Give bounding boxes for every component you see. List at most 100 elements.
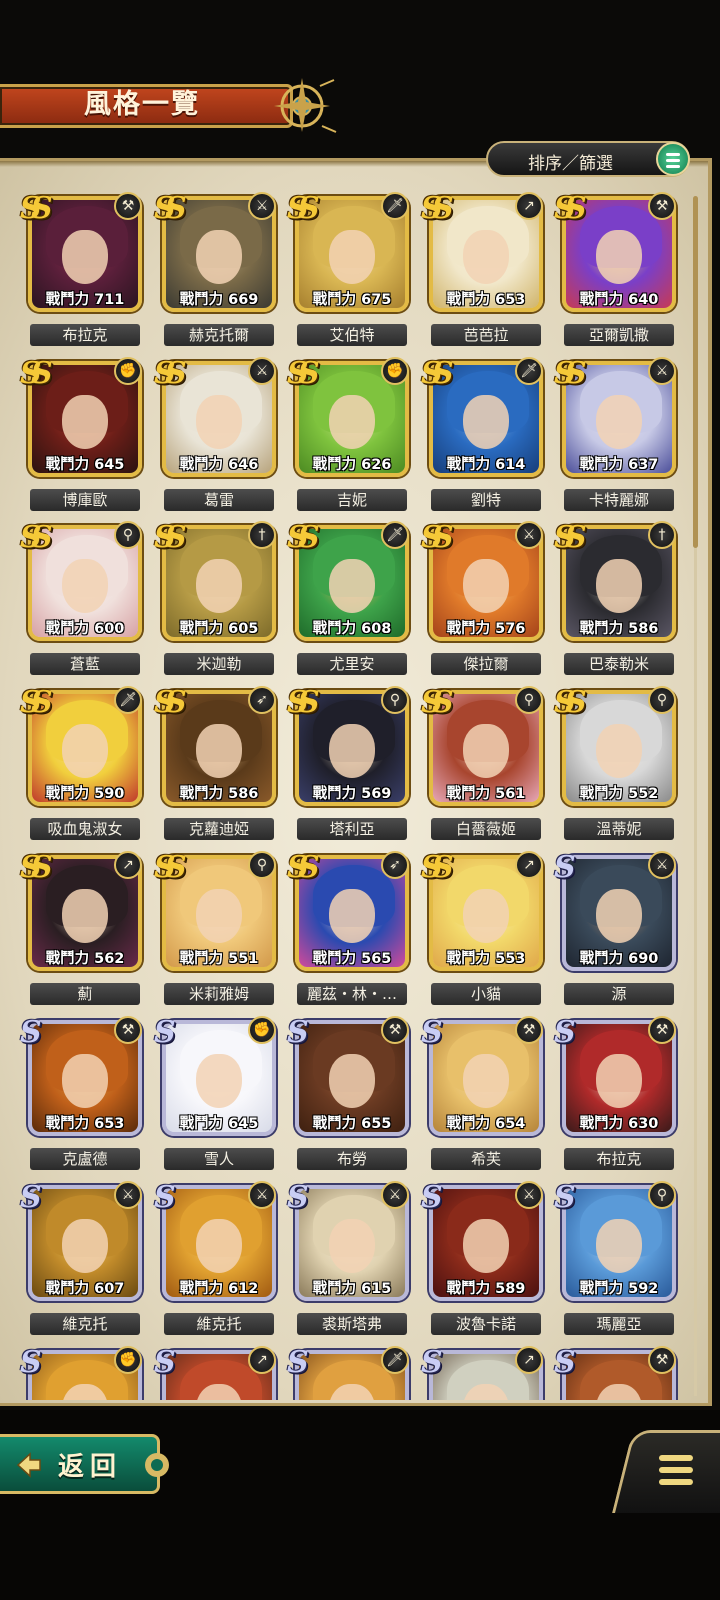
character-card[interactable]: SS ⚔ 戰鬥力 646 葛雷 [154,356,280,521]
character-card[interactable]: SS ⚲ 戰鬥力 552 溫蒂妮 [554,685,680,850]
ss-rank-badge: SS [287,850,320,885]
scrollbar[interactable] [693,196,698,1396]
character-name: 劉特 [431,489,541,511]
character-card[interactable]: S ⚔ 戰鬥力 690 源 [554,850,680,1015]
character-card[interactable]: SS ↗ 戰鬥力 562 薊 [20,850,146,1015]
battle-power-label: 戰鬥力 626 [312,457,392,473]
character-card[interactable]: SS ⚲ 戰鬥力 561 白薔薇姬 [421,685,547,850]
character-name: 麗茲・林・… [297,983,407,1005]
axe-weapon-icon: ⚒ [648,1346,676,1374]
battle-power-label: 戰鬥力 655 [312,1116,392,1132]
character-card[interactable]: S ⚒ 戰鬥力 655 布勞 [287,1015,413,1180]
character-card[interactable]: S ⚒ 戰鬥力 653 克盧德 [20,1015,146,1180]
character-name: 希芙 [431,1148,541,1170]
character-card[interactable]: S ⚲ 戰鬥力 592 瑪麗亞 [554,1180,680,1345]
staff-weapon-icon: ⚲ [648,686,676,714]
sword-weapon-icon: ⚔ [515,521,543,549]
ss-rank-badge: SS [20,191,53,226]
ss-rank-badge: SS [154,356,187,391]
s-rank-badge: S [20,1015,42,1050]
staff-weapon-icon: ⚲ [114,521,142,549]
sort-filter-button[interactable]: 排序／篩選 [486,141,690,177]
character-name: 克蘿迪婭 [164,818,274,840]
character-card[interactable]: SS 🗡 戰鬥力 614 劉特 [421,356,547,521]
character-card[interactable]: SS ↗ 戰鬥力 653 芭芭拉 [421,191,547,356]
character-card[interactable]: SS ➶ 戰鬥力 565 麗茲・林・… [287,850,413,1015]
character-name: 波魯卡諾 [431,1313,541,1335]
battle-power-label: 戰鬥力 614 [446,457,526,473]
character-card[interactable]: SS 🗡 戰鬥力 675 艾伯特 [287,191,413,356]
rapier-weapon-icon: 🗡 [515,357,543,385]
character-card[interactable]: SS ⚲ 戰鬥力 551 米莉雅姆 [154,850,280,1015]
axe-weapon-icon: ⚒ [648,1016,676,1044]
character-name: 源 [564,983,674,1005]
sword-weapon-icon: ⚔ [248,357,276,385]
fist-weapon-icon: ✊ [248,1016,276,1044]
back-button[interactable]: 返回 [0,1434,169,1494]
battle-power-label: 戰鬥力 607 [45,1281,125,1297]
character-card[interactable]: S ↗ [154,1345,280,1400]
battle-power-label: 戰鬥力 605 [179,621,259,637]
back-label: 返回 [58,1452,123,1482]
ss-rank-badge: SS [554,356,587,391]
battle-power-label: 戰鬥力 569 [312,786,392,802]
battle-power-label: 戰鬥力 646 [179,457,259,473]
staff-weapon-icon: ⚲ [515,686,543,714]
character-card[interactable]: SS ⚔ 戰鬥力 669 赫克托爾 [154,191,280,356]
character-name: 蒼藍 [30,653,140,675]
character-name: 卡特麗娜 [564,489,674,511]
character-name: 博庫歐 [30,489,140,511]
character-card[interactable]: S 🗡 [287,1345,413,1400]
character-card[interactable]: S ⚒ [554,1345,680,1400]
character-name: 巴泰勒米 [564,653,674,675]
battle-power-label: 戰鬥力 640 [579,292,659,308]
character-name: 克盧德 [30,1148,140,1170]
character-card[interactable]: SS ⚔ 戰鬥力 637 卡特麗娜 [554,356,680,521]
character-name: 赫克托爾 [164,324,274,346]
character-card[interactable]: SS ↗ 戰鬥力 553 小貓 [421,850,547,1015]
character-card[interactable]: S ✊ [20,1345,146,1400]
character-name: 維克托 [164,1313,274,1335]
character-name: 布勞 [297,1148,407,1170]
main-menu-button[interactable] [612,1430,720,1513]
ss-rank-badge: SS [421,356,454,391]
character-card[interactable]: S ✊ 戰鬥力 645 雪人 [154,1015,280,1180]
battle-power-label: 戰鬥力 592 [579,1281,659,1297]
character-card[interactable]: SS † 戰鬥力 586 巴泰勒米 [554,520,680,685]
scrollbar-thumb[interactable] [693,196,698,548]
character-card[interactable]: SS ✊ 戰鬥力 626 吉妮 [287,356,413,521]
character-card[interactable]: SS 🗡 戰鬥力 590 吸血鬼淑女 [20,685,146,850]
character-card[interactable]: SS ⚔ 戰鬥力 576 傑拉爾 [421,520,547,685]
character-card[interactable]: S ⚔ 戰鬥力 607 維克托 [20,1180,146,1345]
axe-weapon-icon: ⚒ [114,1016,142,1044]
character-name: 尤里安 [297,653,407,675]
character-card[interactable]: SS ⚒ 戰鬥力 640 亞爾凱撒 [554,191,680,356]
ss-rank-badge: SS [421,850,454,885]
character-card[interactable]: S ⚔ 戰鬥力 589 波魯卡諾 [421,1180,547,1345]
character-name: 傑拉爾 [431,653,541,675]
battle-power-label: 戰鬥力 711 [45,292,125,308]
ss-rank-badge: SS [554,191,587,226]
staff-weapon-icon: ⚲ [248,851,276,879]
battle-power-label: 戰鬥力 565 [312,951,392,967]
character-name: 芭芭拉 [431,324,541,346]
character-card[interactable]: S ↗ [421,1345,547,1400]
character-card[interactable]: S ⚒ 戰鬥力 630 布拉克 [554,1015,680,1180]
character-name: 裘斯塔弗 [297,1313,407,1335]
battle-power-label: 戰鬥力 645 [45,457,125,473]
character-card[interactable]: SS ⚲ 戰鬥力 600 蒼藍 [20,520,146,685]
character-card[interactable]: SS † 戰鬥力 605 米迦勒 [154,520,280,685]
staff-weapon-icon: ⚲ [648,1181,676,1209]
battle-power-label: 戰鬥力 654 [446,1116,526,1132]
spear-weapon-icon: ↗ [515,851,543,879]
character-card[interactable]: SS ⚒ 戰鬥力 711 布拉克 [20,191,146,356]
character-card[interactable]: S ⚔ 戰鬥力 615 裘斯塔弗 [287,1180,413,1345]
character-card[interactable]: SS ✊ 戰鬥力 645 博庫歐 [20,356,146,521]
character-card[interactable]: S ⚔ 戰鬥力 612 維克托 [154,1180,280,1345]
character-card[interactable]: S ⚒ 戰鬥力 654 希芙 [421,1015,547,1180]
character-name: 艾伯特 [297,324,407,346]
character-card[interactable]: SS ➶ 戰鬥力 586 克蘿迪婭 [154,685,280,850]
character-card[interactable]: SS ⚲ 戰鬥力 569 塔利亞 [287,685,413,850]
character-card[interactable]: SS 🗡 戰鬥力 608 尤里安 [287,520,413,685]
axe-weapon-icon: ⚒ [515,1016,543,1044]
